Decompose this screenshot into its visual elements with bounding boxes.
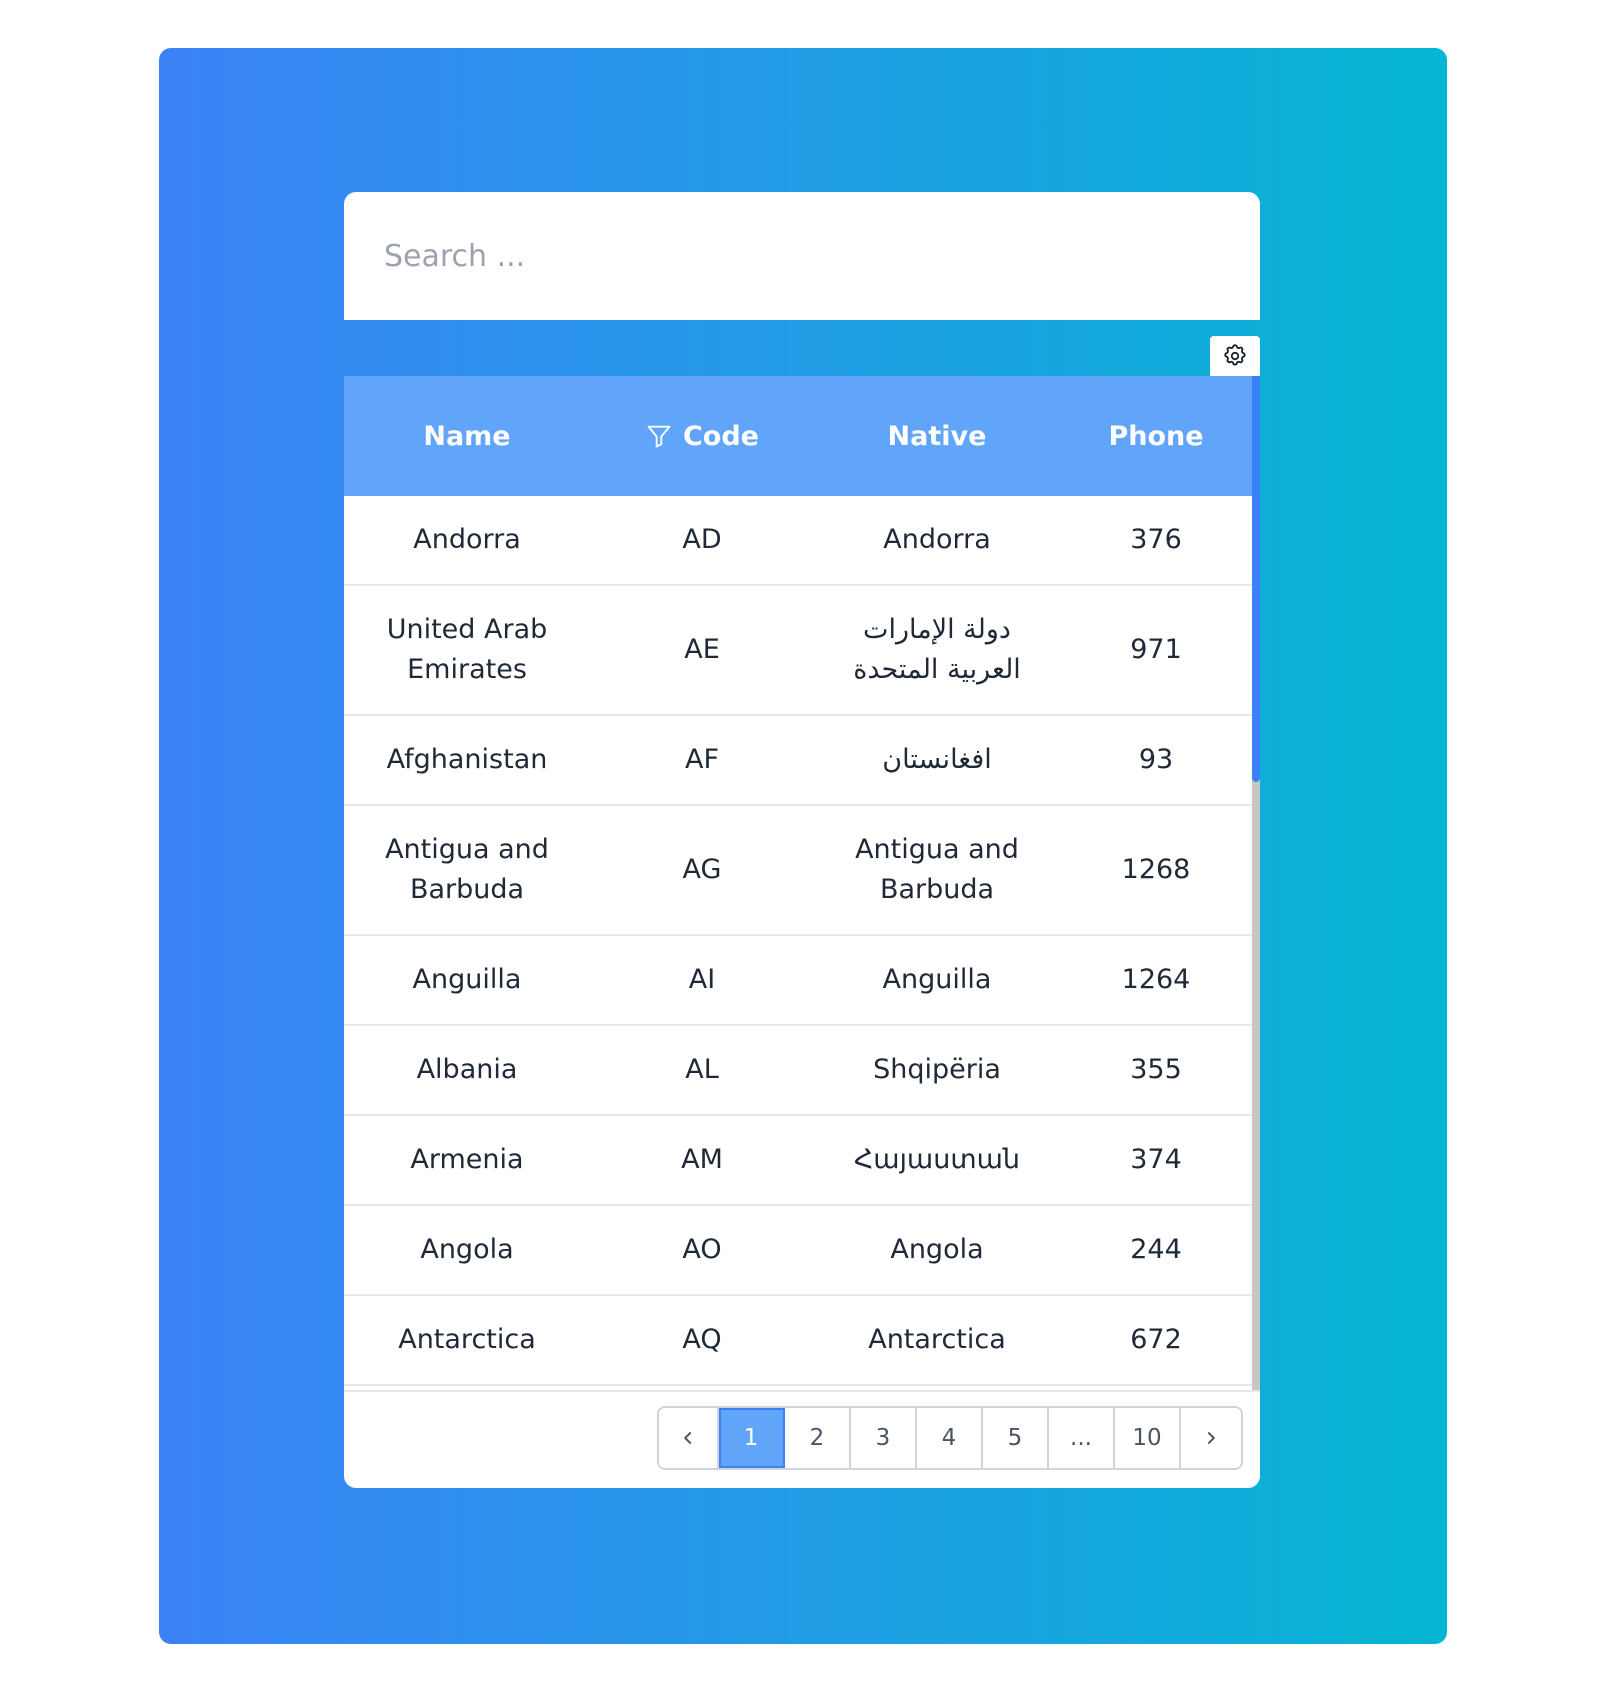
cell-name: Antigua and Barbuda <box>385 834 549 905</box>
cell-native: Andorra <box>883 524 991 555</box>
cell-native: Angola <box>890 1234 984 1265</box>
data-table-card: Name Code Native Phone <box>344 192 1260 1488</box>
table-row[interactable]: Armenia AM Հայաստան 374 <box>344 1116 1252 1206</box>
cell-name: Antarctica <box>398 1324 536 1355</box>
gradient-background: Name Code Native Phone <box>159 48 1447 1644</box>
cell-native: Shqipëria <box>873 1054 1001 1085</box>
cell-code: AD <box>682 524 722 555</box>
filter-icon[interactable] <box>645 422 673 450</box>
previous-page-button[interactable] <box>659 1408 719 1468</box>
table-header-row: Name Code Native Phone <box>344 376 1252 496</box>
settings-button[interactable] <box>1210 336 1260 376</box>
chevron-right-icon <box>1207 1432 1215 1444</box>
cell-native: Antigua and Barbuda <box>855 834 1019 905</box>
page-button-4[interactable]: 4 <box>917 1408 983 1468</box>
search-bar <box>344 192 1260 320</box>
page-button-3[interactable]: 3 <box>851 1408 917 1468</box>
page-button-1[interactable]: 1 <box>719 1408 785 1468</box>
cell-name: Anguilla <box>412 964 522 995</box>
table-toolbar <box>344 320 1260 376</box>
page-button-2[interactable]: 2 <box>785 1408 851 1468</box>
cell-name: Angola <box>420 1234 514 1265</box>
cell-code: AM <box>681 1144 723 1175</box>
cell-phone: 93 <box>1138 744 1174 775</box>
cell-name: Armenia <box>410 1144 524 1175</box>
table-footer: 1 2 3 4 5 ... 10 <box>344 1390 1260 1488</box>
column-header-label: Native <box>887 420 987 452</box>
cell-code: AF <box>684 744 719 775</box>
cell-phone: 355 <box>1130 1054 1182 1085</box>
cell-native: Հայաստան <box>853 1144 1021 1175</box>
cell-native: Antarctica <box>868 1324 1006 1355</box>
cell-code: AI <box>688 964 716 995</box>
table-row[interactable]: United Arab Emirates AE دولة الإمارات ال… <box>344 586 1252 716</box>
column-header-name[interactable]: Name <box>344 376 590 496</box>
cell-code: AQ <box>682 1324 722 1355</box>
column-header-label: Phone <box>1108 420 1204 452</box>
cell-code: AO <box>682 1234 722 1265</box>
table-row[interactable]: Antarctica AQ Antarctica 672 <box>344 1296 1252 1386</box>
table-row[interactable]: Albania AL Shqipëria 355 <box>344 1026 1252 1116</box>
cell-phone: 376 <box>1130 524 1182 555</box>
vertical-scrollbar[interactable] <box>1252 376 1260 1390</box>
cell-code: AG <box>682 854 722 885</box>
table-row[interactable]: Angola AO Angola 244 <box>344 1206 1252 1296</box>
cell-phone: 1268 <box>1121 854 1191 885</box>
table-row[interactable]: Anguilla AI Anguilla 1264 <box>344 936 1252 1026</box>
cell-native: Anguilla <box>882 964 992 995</box>
cell-code: AE <box>684 634 720 665</box>
chevron-left-icon <box>684 1432 692 1444</box>
page-ellipsis: ... <box>1049 1408 1115 1468</box>
cell-name: Albania <box>416 1054 518 1085</box>
search-input[interactable] <box>344 192 1260 320</box>
cell-phone: 244 <box>1130 1234 1182 1265</box>
page-button-10[interactable]: 10 <box>1115 1408 1181 1468</box>
scrollbar-thumb[interactable] <box>1252 376 1260 782</box>
cell-phone: 374 <box>1130 1144 1182 1175</box>
table-row[interactable]: Antigua and Barbuda AG Antigua and Barbu… <box>344 806 1252 936</box>
next-page-button[interactable] <box>1181 1408 1241 1468</box>
table-scroll-area[interactable]: Name Code Native Phone Andorra AD Andorr… <box>344 376 1260 1390</box>
cell-native: افغانستان <box>882 744 992 775</box>
table-body: Andorra AD Andorra 376 United Arab Emira… <box>344 496 1252 1386</box>
cell-native: دولة الإمارات العربية المتحدة <box>853 614 1021 685</box>
cell-name: Andorra <box>413 524 521 555</box>
column-header-label: Code <box>682 420 759 452</box>
column-header-code[interactable]: Code <box>590 376 814 496</box>
cell-phone: 971 <box>1130 634 1182 665</box>
cell-name: United Arab Emirates <box>386 614 548 685</box>
cell-name: Afghanistan <box>386 744 548 775</box>
cell-phone: 1264 <box>1121 964 1191 995</box>
column-header-label: Name <box>423 420 511 452</box>
table-row[interactable]: Afghanistan AF افغانستان 93 <box>344 716 1252 806</box>
gear-icon <box>1224 344 1246 366</box>
cell-code: AL <box>685 1054 719 1085</box>
cell-phone: 672 <box>1130 1324 1182 1355</box>
column-header-phone[interactable]: Phone <box>1060 376 1252 496</box>
column-header-native[interactable]: Native <box>814 376 1060 496</box>
pagination: 1 2 3 4 5 ... 10 <box>657 1406 1243 1470</box>
table-row[interactable]: Andorra AD Andorra 376 <box>344 496 1252 586</box>
page-button-5[interactable]: 5 <box>983 1408 1049 1468</box>
